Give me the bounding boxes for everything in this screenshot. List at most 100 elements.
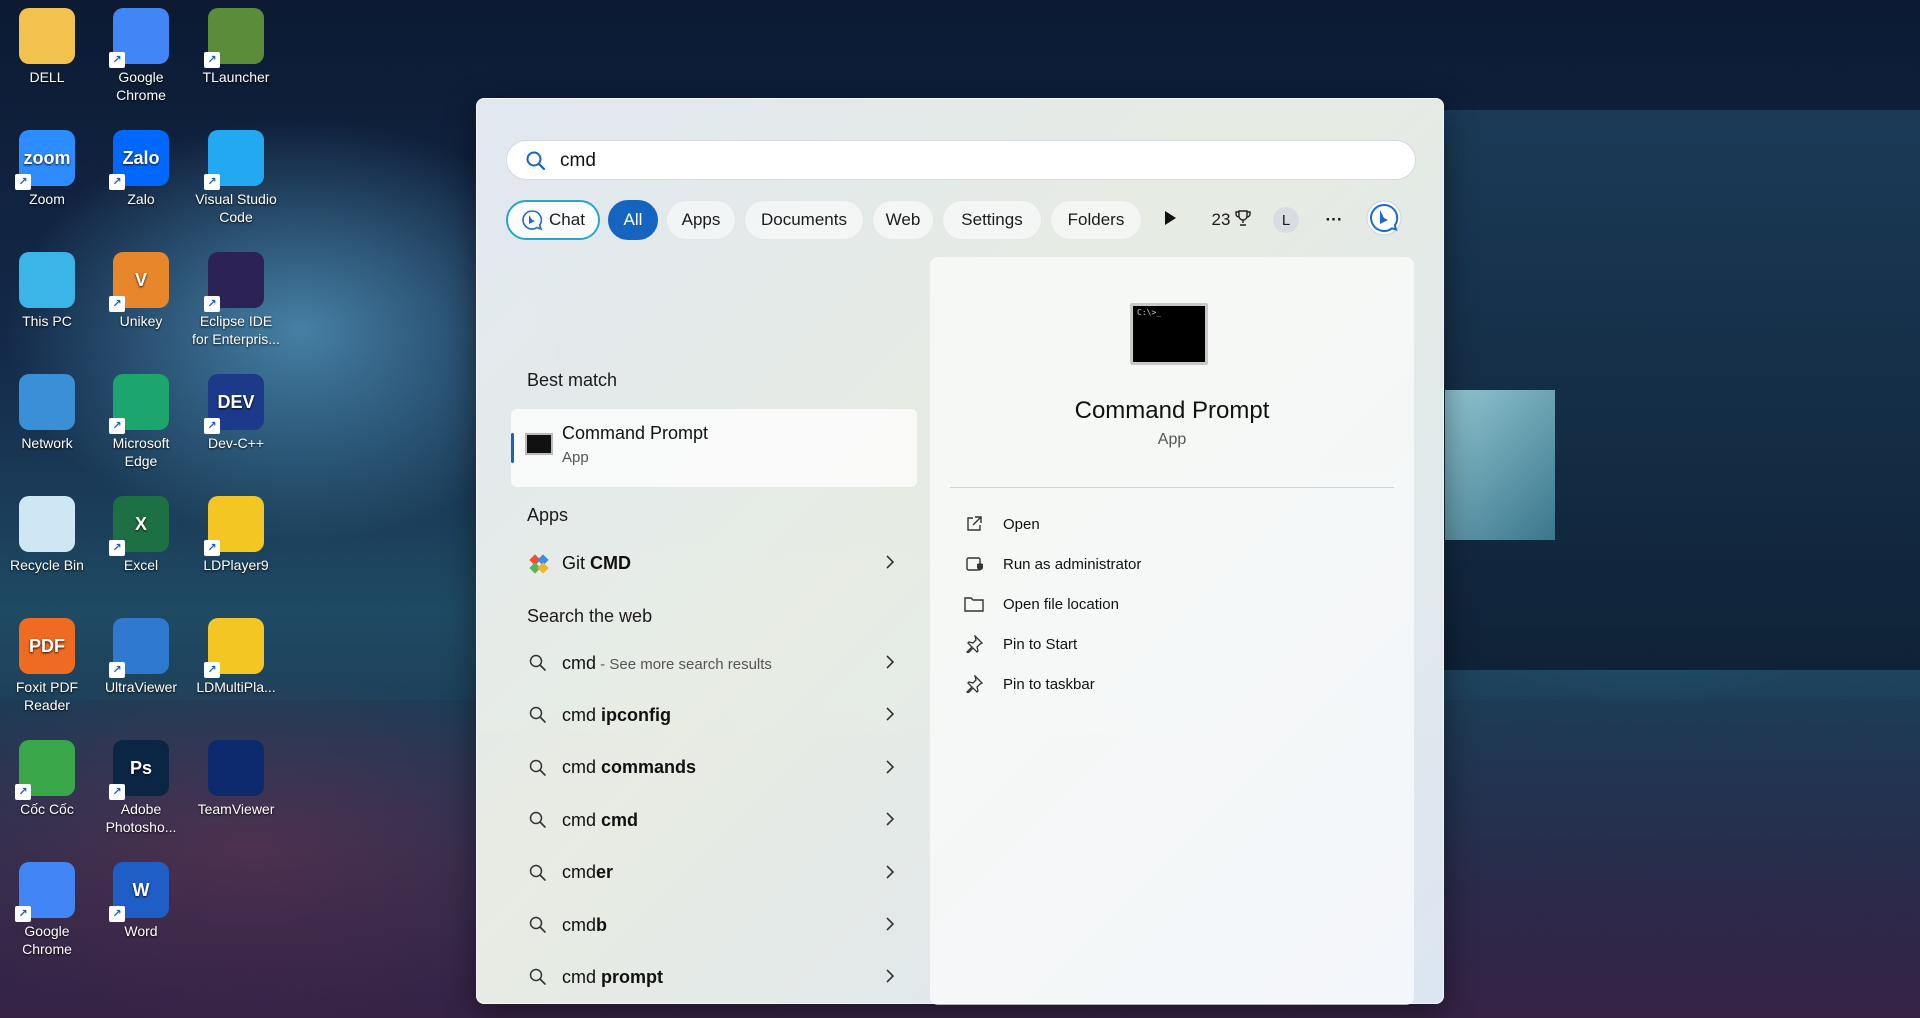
action-label: Pin to Start — [1003, 635, 1078, 653]
desktop-icon[interactable]: PDF Foxit PDF Reader — [1, 618, 93, 714]
photoshop-icon: Ps ↗ — [109, 740, 169, 800]
desktop-icon[interactable]: Recycle Bin — [1, 496, 93, 574]
background-roof — [1380, 160, 1920, 190]
desktop-icon[interactable]: This PC — [1, 252, 93, 330]
filter-web[interactable]: Web — [872, 200, 934, 240]
filter-folders[interactable]: Folders — [1050, 200, 1142, 240]
desktop-icon[interactable]: ↗ LDPlayer9 — [190, 496, 282, 574]
network-globe-icon — [19, 374, 75, 430]
desktop-icon[interactable]: X ↗ Excel — [95, 496, 187, 574]
desktop-icon-label: Unikey — [119, 313, 163, 329]
action-open-file-location[interactable]: Open file location — [964, 589, 1384, 619]
search-box[interactable] — [506, 140, 1416, 180]
devcpp-icon: DEV ↗ — [204, 374, 264, 434]
trophy-icon — [1234, 209, 1252, 232]
desktop-icon[interactable]: ↗ UltraViewer — [95, 618, 187, 696]
web-result-suggestion: prompt — [601, 966, 664, 987]
desktop-icon-label: Google Chrome — [116, 69, 166, 103]
filter-documents[interactable]: Documents — [744, 200, 864, 240]
search-icon — [525, 150, 547, 177]
web-result-query: cmd — [562, 809, 602, 830]
bing-button[interactable] — [1364, 200, 1404, 240]
action-label: Pin to taskbar — [1003, 675, 1095, 693]
command-prompt-preview-icon: C:\>_ — [1130, 303, 1208, 365]
details-title: Command Prompt — [1074, 397, 1270, 424]
web-result-row[interactable]: cmd prompt — [511, 953, 917, 1001]
best-match-title: Command Prompt — [562, 423, 709, 443]
web-result-row[interactable]: cmd - See more search results — [511, 639, 917, 687]
app-result-git-cmd[interactable]: Git CMD — [511, 539, 917, 587]
filter-settings[interactable]: Settings — [942, 200, 1042, 240]
desktop-icon-label: Eclipse IDE for Enterpris... — [192, 313, 280, 347]
desktop-icon-label: Visual Studio Code — [195, 191, 277, 225]
action-label: Run as administrator — [1003, 555, 1142, 573]
web-result-row[interactable]: cmd cmd — [511, 796, 917, 844]
chevron-right-icon — [885, 968, 895, 989]
shortcut-arrow-icon: ↗ — [204, 52, 220, 68]
web-result-row[interactable]: cmder — [511, 849, 917, 897]
best-match-heading: Best match — [527, 370, 618, 390]
shortcut-arrow-icon: ↗ — [15, 174, 31, 190]
rewards-points[interactable]: 23 — [1202, 200, 1262, 240]
action-run-as-administrator[interactable]: Run as administrator — [964, 549, 1384, 579]
desktop-icon[interactable]: ↗ LDMultiPla... — [190, 618, 282, 696]
desktop-icon[interactable]: zoom ↗ Zoom — [1, 130, 93, 208]
desktop-icon[interactable]: ↗ Visual Studio Code — [190, 130, 282, 226]
desktop-icon-label: Recycle Bin — [10, 557, 84, 573]
desktop-icon[interactable]: TeamViewer — [190, 740, 282, 818]
desktop-icon[interactable]: Network — [1, 374, 93, 452]
desktop-icon[interactable]: ↗ Google Chrome — [1, 862, 93, 958]
desktop-icon[interactable]: ↗ Microsoft Edge — [95, 374, 187, 470]
desktop-icon-label: Zalo — [127, 191, 155, 207]
ldmultiplayer-icon: ↗ — [204, 618, 264, 678]
filter-all[interactable]: All — [608, 200, 658, 240]
web-result-query: cmd — [562, 862, 597, 883]
desktop-icon-label: Foxit PDF Reader — [15, 679, 79, 713]
action-open[interactable]: Open — [964, 509, 1384, 539]
monitor-icon — [19, 252, 75, 308]
search-icon — [528, 705, 548, 730]
web-result-row[interactable]: cmd run as administrator — [511, 1006, 917, 1018]
web-result-row[interactable]: cmd commands — [511, 744, 917, 792]
details-subtitle: App — [1157, 431, 1187, 448]
desktop-icon[interactable]: Zalo ↗ Zalo — [95, 130, 187, 208]
pin-icon — [964, 674, 984, 694]
account-avatar[interactable]: L — [1272, 200, 1300, 240]
command-prompt-icon — [525, 433, 553, 455]
best-match-item[interactable]: Command Prompt App — [511, 409, 917, 487]
filter-apps[interactable]: Apps — [666, 200, 736, 240]
web-result-row[interactable]: cmd ipconfig — [511, 691, 917, 739]
best-match-subtitle: App — [562, 449, 589, 466]
shortcut-arrow-icon: ↗ — [109, 296, 125, 312]
search-input[interactable] — [560, 149, 1380, 173]
filter-label: All — [623, 210, 643, 229]
desktop-icon[interactable]: ↗ Eclipse IDE for Enterpris... — [190, 252, 282, 348]
action-pin-to-start[interactable]: Pin to Start — [964, 629, 1384, 659]
preview-prompt-text: C:\>_ — [1137, 308, 1162, 317]
app-result-bold: CMD — [590, 552, 632, 573]
details-divider — [950, 487, 1394, 488]
web-result-note: - See more search results — [596, 655, 772, 673]
action-pin-to-taskbar[interactable]: Pin to taskbar — [964, 669, 1384, 699]
desktop-icon-label: DELL — [29, 69, 65, 85]
desktop-icon[interactable]: Ps ↗ Adobe Photosho... — [95, 740, 187, 836]
desktop-icon[interactable]: W ↗ Word — [95, 862, 187, 940]
desktop-icon[interactable]: DEV ↗ Dev-C++ — [190, 374, 282, 452]
more-filters-play-button[interactable] — [1150, 200, 1190, 240]
web-result-suggestion: cmd — [601, 809, 639, 830]
desktop-icon[interactable]: ↗ TLauncher — [190, 8, 282, 86]
desktop-icon[interactable]: DELL — [1, 8, 93, 86]
search-icon — [528, 967, 548, 992]
shortcut-arrow-icon: ↗ — [15, 906, 31, 922]
desktop-icon[interactable]: ↗ Cốc Cốc — [1, 740, 93, 818]
more-options-button[interactable]: ··· — [1318, 200, 1350, 240]
desktop-icon[interactable]: ↗ Google Chrome — [95, 8, 187, 104]
grass-block-icon: ↗ — [204, 8, 264, 68]
filter-chat[interactable]: Chat — [506, 200, 600, 240]
desktop-icon[interactable]: V ↗ Unikey — [95, 252, 187, 330]
web-result-row[interactable]: cmdb — [511, 901, 917, 949]
background-window — [1445, 390, 1555, 540]
desktop-icon-label: Adobe Photosho... — [105, 801, 177, 835]
folder-icon — [964, 594, 984, 614]
word-icon: W ↗ — [109, 862, 169, 922]
